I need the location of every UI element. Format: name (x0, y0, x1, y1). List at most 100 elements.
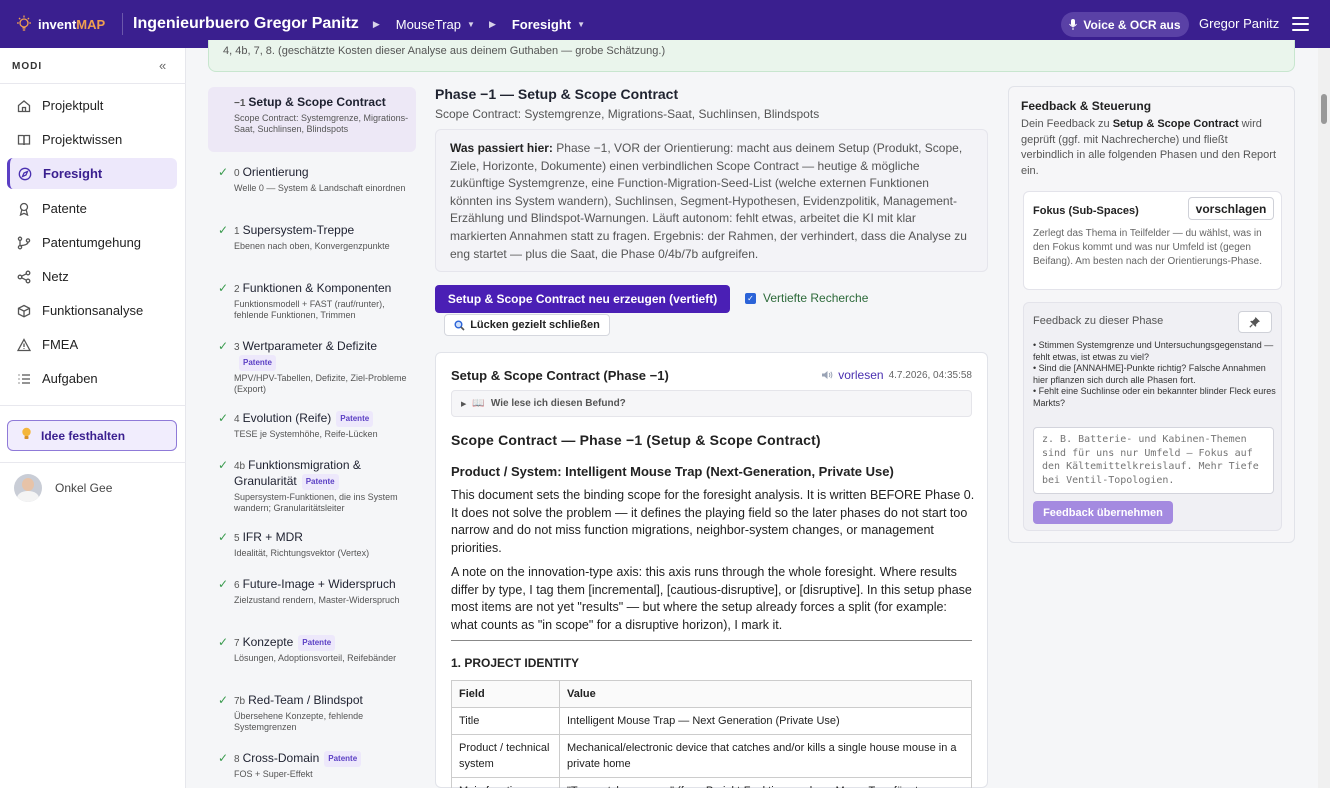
sidebar-item-funktionsanalyse[interactable]: Funktionsanalyse (7, 295, 177, 326)
phase-item-funktionsmigration[interactable]: ✓ 4b Funktionsmigration & Granularität Pat… (208, 458, 416, 514)
sidebar-item-foresight[interactable]: Foresight (7, 158, 177, 189)
table-cell: Intelligent Mouse Trap — Next Generation… (559, 707, 972, 735)
hint-item: • Sind die [ANNAHME]-Punkte richtig? Fal… (1033, 363, 1266, 385)
hint-item: • Fehlt eine Suchlinse oder ein bekannte… (1033, 386, 1276, 408)
phase-number: 2 (234, 284, 240, 295)
table-row: Title Intelligent Mouse Trap — Next Gene… (451, 707, 972, 735)
phase-item-funktionen[interactable]: ✓ 2 Funktionen & Komponenten Funktionsmod… (208, 281, 416, 321)
chevron-down-icon: ▼ (577, 19, 586, 29)
collapse-sidebar-icon[interactable]: « (159, 58, 166, 73)
phase-title: Orientierung (242, 165, 309, 179)
feedback-textarea[interactable] (1033, 427, 1274, 494)
table-cell: Mechanical/electronic device that catche… (559, 734, 972, 778)
company-name[interactable]: Ingenieurbuero Gregor Panitz (133, 15, 359, 33)
voice-ocr-toggle[interactable]: Voice & OCR aus (1061, 12, 1189, 37)
phase-item-orientierung[interactable]: ✓ 0 Orientierung Welle 0 — System & Lands… (208, 165, 416, 194)
phase-number: 4 (234, 414, 240, 425)
sidebar: MODI « Projektpult Projektwissen Foresig… (0, 48, 186, 788)
feedback-title: Feedback & Steuerung (1021, 99, 1152, 113)
phase-number: 3 (234, 342, 240, 353)
logo-text-map: MAP (76, 16, 106, 32)
phase-subtitle: Lösungen, Adoptionsvorteil, Reifebänder (234, 653, 397, 663)
user-menu[interactable]: Gregor Panitz (1199, 16, 1279, 31)
phase-subtitle: Idealität, Richtungsvektor (Vertex) (234, 548, 370, 558)
sidebar-item-label: Patente (42, 201, 87, 216)
sidebar-item-patentumgehung[interactable]: Patentumgehung (7, 227, 177, 258)
check-icon: ✓ (218, 458, 229, 472)
breadcrumb-separator-icon: ▶ (488, 18, 496, 29)
phase-subtitle: TESE je Systemhöhe, Reife-Lücken (234, 429, 378, 439)
phase-item-red-team[interactable]: ✓ 7b Red-Team / Blindspot Übersehene Konz… (208, 693, 416, 733)
section-heading: 1. PROJECT IDENTITY (451, 656, 580, 670)
sidebar-item-patente[interactable]: Patente (7, 193, 177, 224)
breadcrumb-project[interactable]: MouseTrap ▼ (396, 17, 475, 32)
check-icon: ✓ (218, 223, 229, 237)
phase-title: Red-Team / Blindspot (248, 693, 363, 707)
phase-title: Evolution (Reife) (242, 411, 332, 425)
column-header: Value (559, 680, 972, 708)
book-icon (17, 133, 31, 147)
result-card: Setup & Scope Contract (Phase −1) vorles… (435, 352, 988, 788)
phase-item-ifr-mdr[interactable]: ✓ 5 IFR + MDR Idealität, Richtungsvektor … (208, 530, 416, 559)
feedback-intro-phase: Setup & Scope Contract (1112, 118, 1239, 130)
feedback-hints: • Stimmen Systemgrenze und Untersuchungs… (1033, 340, 1281, 409)
phase-item-cross-domain[interactable]: ✓ 8 Cross-Domain Patente FOS + Super-Effek… (208, 751, 416, 780)
hamburger-menu-icon[interactable] (1292, 17, 1309, 31)
account-entry[interactable]: Onkel Gee (14, 474, 112, 502)
suggest-button[interactable]: vorschlagen (1188, 197, 1274, 220)
scrollbar-thumb[interactable] (1321, 94, 1327, 124)
focus-title: Fokus (Sub-Spaces) (1033, 205, 1139, 217)
sidebar-section-label: MODI (12, 61, 43, 72)
sidebar-item-aufgaben[interactable]: Aufgaben (7, 363, 177, 394)
sidebar-item-projektwissen[interactable]: Projektwissen (7, 124, 177, 155)
idea-capture-button[interactable]: Idee festhalten (7, 420, 177, 451)
phase-item-setup[interactable]: −1 Setup & Scope Contract Scope Contract:… (208, 87, 416, 152)
deep-research-label: Vertiefte Recherche (763, 291, 869, 305)
phase-subtitle: Funktionsmodell + FAST (rauf/runter), fe… (234, 299, 385, 320)
breadcrumb-mode[interactable]: Foresight ▼ (512, 17, 585, 32)
phase-subtitle: Zielzustand rendern, Master-Widerspruch (234, 595, 400, 605)
submit-feedback-button[interactable]: Feedback übernehmen (1033, 501, 1173, 524)
breadcrumb-mode-label: Foresight (511, 16, 572, 32)
phase-item-konzepte[interactable]: ✓ 7 Konzepte Patente Lösungen, Adoptionsvo… (208, 635, 416, 664)
feedback-intro-pre: Dein Feedback zu (1021, 118, 1113, 130)
sidebar-item-label: Projektwissen (42, 132, 123, 147)
app-logo[interactable]: invent MAP (0, 14, 120, 34)
table-cell: Title (451, 707, 560, 735)
read-aloud-link[interactable]: vorlesen (838, 368, 883, 382)
speaker-icon[interactable] (821, 370, 833, 380)
feedback-panel: Feedback & Steuerung Dein Feedback zu Se… (1008, 86, 1295, 543)
lightbulb-icon (21, 427, 32, 444)
pin-icon[interactable] (1238, 311, 1272, 333)
phase-item-wertparameter[interactable]: ✓ 3 Wertparameter & Defizite Patente MPV/H… (208, 339, 416, 395)
checkbox-checked-icon[interactable]: ✓ (745, 292, 756, 304)
how-to-read-toggle[interactable]: ▶ 📖 Wie lese ich diesen Befund? (451, 390, 972, 417)
cube-icon (17, 304, 31, 318)
deep-research-checkbox[interactable]: ✓ Vertiefte Recherche (745, 291, 868, 305)
page-scrollbar[interactable] (1318, 48, 1330, 788)
phase-title: Funktionsmigration & Granularität (234, 458, 361, 488)
result-timestamp: 4.7.2026, 04:35:58 (888, 369, 972, 381)
phase-item-supersystem[interactable]: ✓ 1 Supersystem-Treppe Ebenen nach oben, … (208, 223, 416, 252)
check-icon: ✓ (218, 577, 229, 591)
sidebar-item-label: Aufgaben (42, 371, 98, 386)
phase-item-future-image[interactable]: ✓ 6 Future-Image + Widerspruch Zielzustan… (208, 577, 416, 606)
phase-item-evolution[interactable]: ✓ 4 Evolution (Reife) Patente TESE je Syst… (208, 411, 416, 440)
check-icon: ✓ (218, 635, 229, 649)
check-icon: ✓ (218, 751, 229, 765)
focus-description: Zerlegt das Thema in Teilfelder — du wäh… (1033, 228, 1263, 267)
regenerate-button[interactable]: Setup & Scope Contract neu erzeugen (ver… (435, 285, 730, 313)
sidebar-item-fmea[interactable]: FMEA (7, 329, 177, 360)
phase-subtitle: Supersystem-Funktionen, die ins System w… (234, 492, 398, 513)
phase-title: Supersystem-Treppe (242, 223, 355, 237)
check-icon: ✓ (218, 339, 229, 353)
sidebar-item-projektpult[interactable]: Projektpult (7, 90, 177, 121)
lightbulb-logo-icon (17, 15, 31, 31)
sidebar-item-netz[interactable]: Netz (7, 261, 177, 292)
logo-text-invent: invent (38, 16, 77, 32)
close-gaps-button[interactable]: Lücken gezielt schließen (444, 314, 610, 336)
feedback-intro: Dein Feedback zu Setup & Scope Contract … (1021, 117, 1283, 179)
patente-badge: Patente (301, 474, 339, 490)
horizontal-rule (451, 640, 972, 641)
sidebar-item-label: Foresight (43, 166, 103, 181)
